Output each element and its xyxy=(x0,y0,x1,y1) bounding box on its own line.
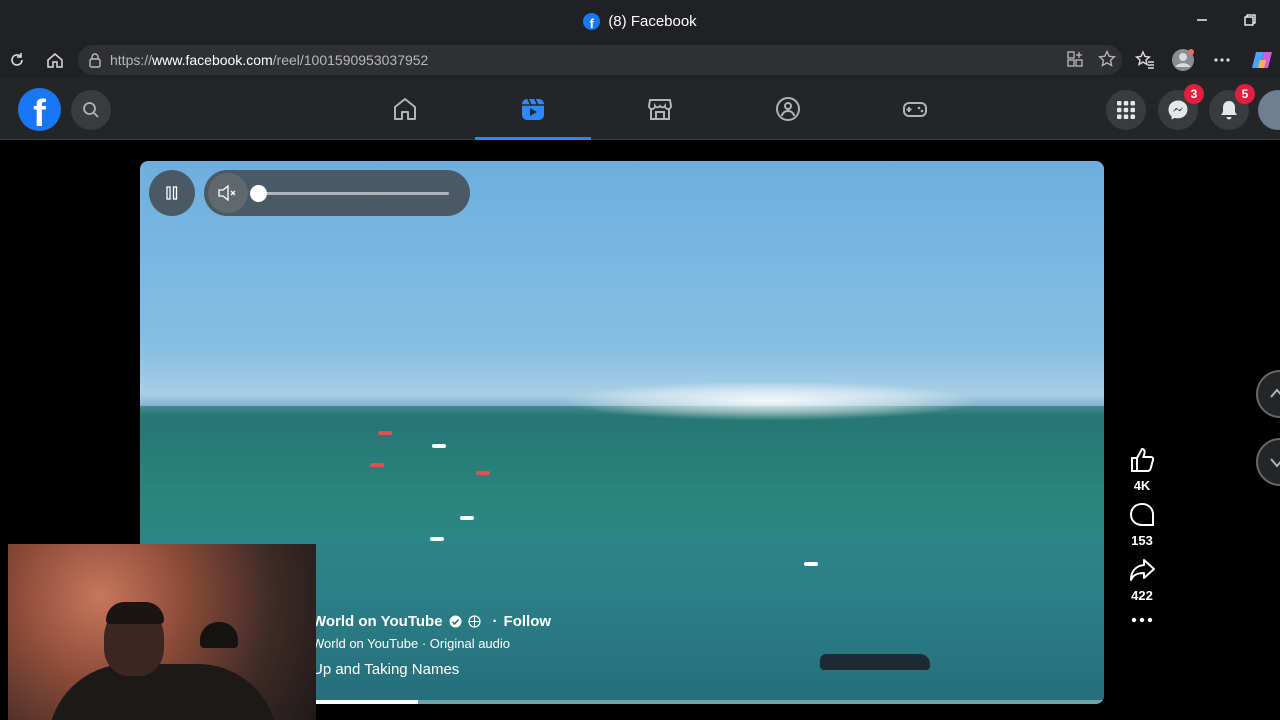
surfer xyxy=(460,516,474,520)
facebook-nav-bar: f 3 5 xyxy=(0,78,1280,140)
wave-scene xyxy=(140,406,1104,536)
address-bar[interactable]: https://www.facebook.com/reel/1001590953… xyxy=(78,45,1122,75)
separator-dot: · xyxy=(492,613,498,630)
wave-crest xyxy=(560,381,980,421)
mute-button[interactable] xyxy=(208,173,248,213)
menu-grid-icon xyxy=(1117,101,1135,119)
next-reel-button[interactable] xyxy=(1256,438,1280,486)
tab-groups[interactable] xyxy=(730,78,846,140)
pause-icon xyxy=(166,186,178,200)
facebook-logo-letter: f xyxy=(33,92,46,131)
comment-action[interactable]: 153 xyxy=(1128,501,1156,548)
like-count: 4K xyxy=(1133,478,1151,493)
person-cap xyxy=(106,602,164,624)
verified-badge-icon xyxy=(449,615,462,628)
menu-button[interactable] xyxy=(1106,90,1146,130)
reel-caption: World on YouTube · Follow World on YouTu… xyxy=(312,613,551,678)
minimize-icon[interactable] xyxy=(1190,10,1214,30)
webcam-overlay xyxy=(8,544,316,720)
notifications-button[interactable]: 5 xyxy=(1209,84,1255,130)
share-count: 422 xyxy=(1131,588,1153,603)
caption-text: Up and Taking Names xyxy=(312,661,460,678)
audio-line[interactable]: World on YouTube · Original audio xyxy=(312,636,551,651)
messenger-badge: 3 xyxy=(1184,84,1204,104)
more-horizontal-icon xyxy=(1131,617,1153,623)
surfer xyxy=(804,562,818,566)
copilot-icon[interactable] xyxy=(1250,48,1274,72)
groups-icon xyxy=(776,97,800,121)
profile-avatar-icon[interactable] xyxy=(1171,48,1195,72)
facebook-logo[interactable]: f xyxy=(18,88,61,131)
video-progress-fill xyxy=(316,700,419,704)
url-path: /reel/1001590953037952 xyxy=(272,52,429,68)
window-title-group: f (8) Facebook xyxy=(583,12,697,30)
favorites-icon[interactable] xyxy=(1133,48,1157,72)
window-title: (8) Facebook xyxy=(608,12,697,30)
volume-slider-track[interactable] xyxy=(259,192,449,195)
follow-button[interactable]: Follow xyxy=(504,613,552,630)
tab-home[interactable] xyxy=(347,78,463,140)
surfer xyxy=(378,431,392,435)
person-silhouette xyxy=(48,664,278,720)
more-action[interactable] xyxy=(1131,617,1153,623)
like-action[interactable]: 4K xyxy=(1128,446,1156,493)
url-prefix: https:// xyxy=(110,52,153,68)
globe-icon xyxy=(467,615,481,628)
author-name[interactable]: World on YouTube xyxy=(312,613,443,630)
search-button[interactable] xyxy=(71,90,111,130)
marketplace-icon xyxy=(647,99,673,120)
refresh-icon[interactable] xyxy=(5,48,29,72)
author-line: World on YouTube · Follow xyxy=(312,613,551,630)
volume-control xyxy=(204,170,470,216)
jet-ski xyxy=(820,654,930,670)
browser-titlebar: f (8) Facebook xyxy=(0,0,1280,42)
comment-count: 153 xyxy=(1131,533,1153,548)
reel-actions: 4K 153 422 xyxy=(1118,446,1166,631)
muted-speaker-icon xyxy=(218,184,236,202)
tab-marketplace[interactable] xyxy=(602,78,718,140)
thumbs-up-icon xyxy=(1131,447,1155,472)
surfer xyxy=(430,537,444,541)
facebook-favicon-icon: f xyxy=(583,12,601,30)
address-bar-actions xyxy=(1066,49,1116,71)
apps-available-icon[interactable] xyxy=(1066,50,1084,71)
browser-toolbar: https://www.facebook.com/reel/1001590953… xyxy=(0,42,1280,78)
volume-slider-knob[interactable] xyxy=(250,185,267,202)
home-icon xyxy=(394,98,416,120)
arrow-up-icon xyxy=(1270,388,1280,398)
search-icon xyxy=(83,102,99,118)
messenger-button[interactable]: 3 xyxy=(1158,84,1204,130)
share-icon xyxy=(1130,559,1155,581)
arrow-down-icon xyxy=(1270,458,1280,468)
surfer xyxy=(370,463,384,467)
video-progress-bar[interactable] xyxy=(316,700,1104,704)
more-options-icon[interactable] xyxy=(1210,48,1234,72)
tab-gaming[interactable] xyxy=(857,78,973,140)
tab-reels[interactable] xyxy=(475,78,591,140)
previous-reel-button[interactable] xyxy=(1256,370,1280,418)
account-avatar[interactable] xyxy=(1258,90,1280,130)
background-hat xyxy=(200,622,238,648)
surfer xyxy=(476,471,490,475)
messenger-icon xyxy=(1168,100,1188,120)
reels-video-icon xyxy=(522,98,544,120)
favorite-star-icon[interactable] xyxy=(1098,49,1116,71)
gaming-controller-icon xyxy=(903,102,927,117)
bell-icon xyxy=(1221,101,1237,120)
share-action[interactable]: 422 xyxy=(1128,556,1156,603)
url-host: www.facebook.com xyxy=(152,52,273,68)
notifications-badge: 5 xyxy=(1235,84,1255,104)
pause-button[interactable] xyxy=(149,170,195,216)
home-browser-icon[interactable] xyxy=(43,48,67,72)
lock-icon xyxy=(88,52,102,71)
comment-icon xyxy=(1129,502,1154,526)
surfer xyxy=(432,444,446,448)
restore-icon[interactable] xyxy=(1238,10,1262,30)
